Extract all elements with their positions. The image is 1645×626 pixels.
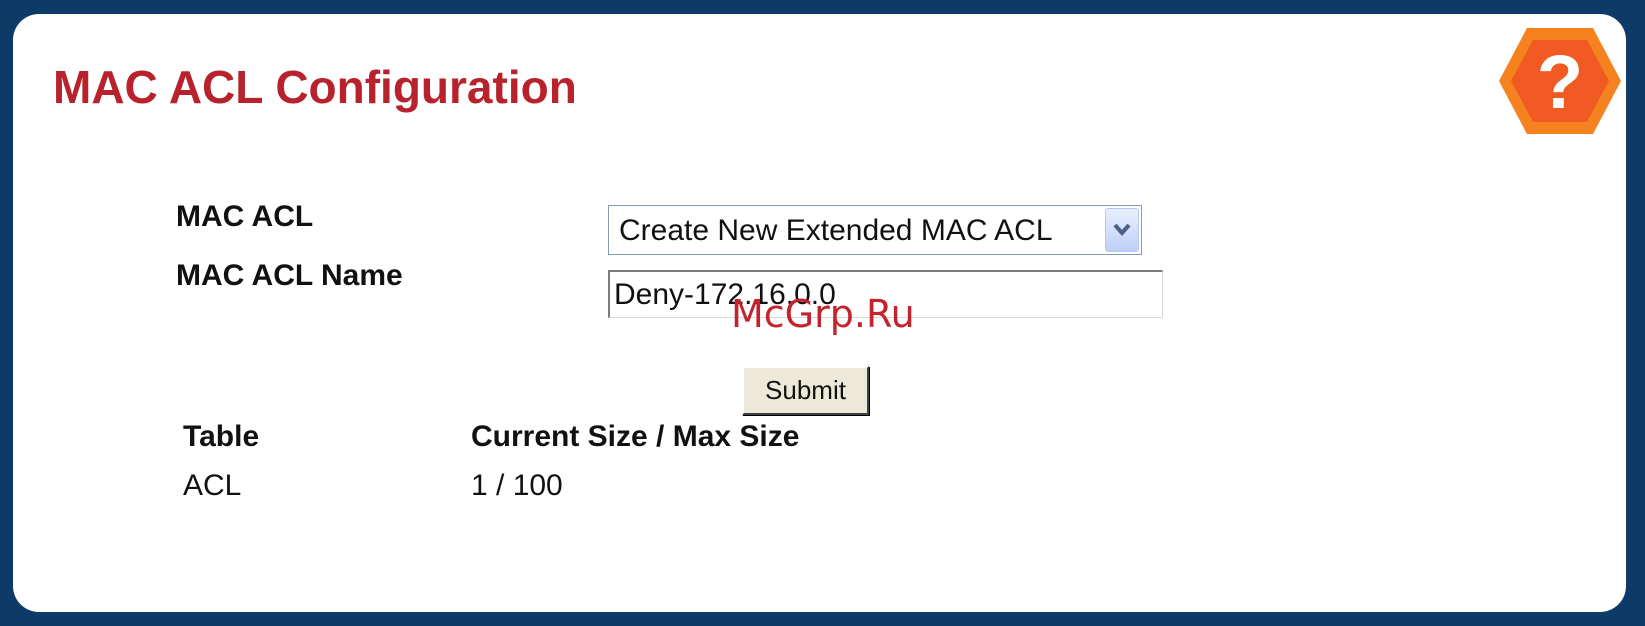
help-button[interactable]: ? xyxy=(1493,22,1627,140)
mac-acl-select[interactable]: Create New Extended MAC ACL xyxy=(608,205,1142,255)
table-header-table: Table xyxy=(183,420,260,453)
svg-text:?: ? xyxy=(1537,40,1583,125)
help-question-icon: ? xyxy=(1499,28,1621,134)
table-cell-size: 1 / 100 xyxy=(471,469,563,502)
mac-acl-name-label: MAC ACL Name xyxy=(176,259,403,292)
mac-acl-label: MAC ACL xyxy=(176,200,314,233)
table-header-size: Current Size / Max Size xyxy=(471,420,800,453)
mac-acl-selected-value: Create New Extended MAC ACL xyxy=(619,214,1053,247)
chevron-down-icon[interactable] xyxy=(1105,208,1139,252)
submit-button[interactable]: Submit xyxy=(742,366,869,415)
table-cell-table: ACL xyxy=(183,469,242,502)
page-title: MAC ACL Configuration xyxy=(53,61,577,113)
content-panel: MAC ACL Configuration ? MAC ACL Create N… xyxy=(13,14,1626,612)
watermark-text: McGrp.Ru xyxy=(731,292,915,336)
